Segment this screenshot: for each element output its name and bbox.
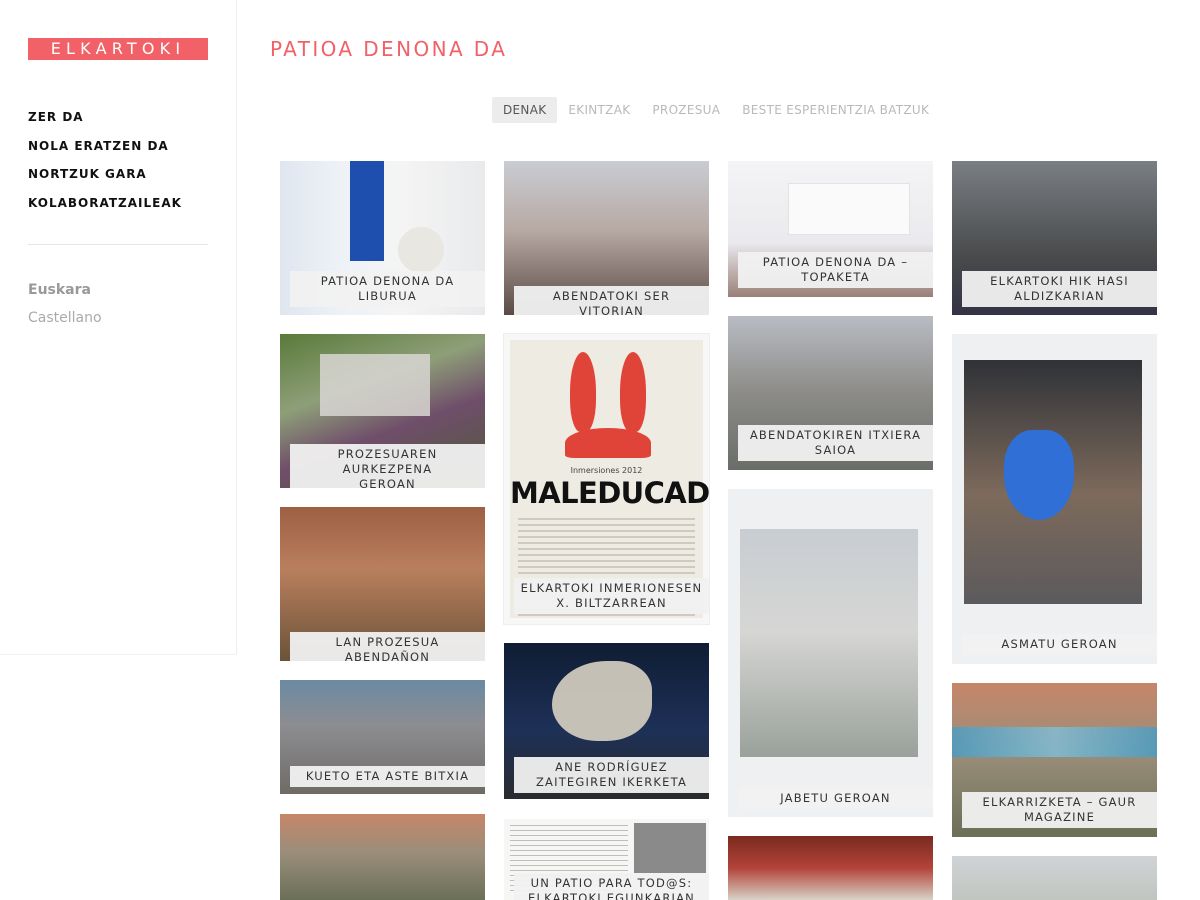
nav-item-kolaboratzaileak[interactable]: KOLABORATZAILEAK — [28, 194, 182, 223]
instant-photo — [964, 360, 1142, 604]
page-title: PATIOA DENONA DA — [270, 37, 508, 61]
grid-card[interactable] — [728, 836, 933, 900]
main-nav: ZER DA NOLA ERATZEN DA NORTZUK GARA KOLA… — [28, 108, 182, 222]
filter-prozesua[interactable]: PROZESUA — [641, 97, 731, 123]
grid-card[interactable]: ABENDATOKI SER VITORIAN — [504, 161, 709, 315]
instant-photo — [740, 529, 918, 757]
nav-item-zer-da[interactable]: ZER DA — [28, 108, 182, 137]
card-image — [280, 814, 485, 900]
grid-card[interactable] — [280, 814, 485, 900]
sidebar: ELKARTOKI ZER DA NOLA ERATZEN DA NORTZUK… — [0, 0, 237, 655]
newspaper-photo — [634, 823, 706, 873]
nav-item-nola-eratzen-da[interactable]: NOLA ERATZEN DA — [28, 137, 182, 166]
card-image — [952, 334, 1157, 664]
grid-card[interactable]: PROZESUAREN AURKEZPENA GEROAN — [280, 334, 485, 488]
card-caption: ELKARTOKI HIK HASI ALDIZKARIAN — [962, 271, 1157, 307]
grid-card[interactable]: UN PATIO PARA TOD@S: ELKARTOKI EGUNKARIA… — [504, 819, 709, 900]
card-caption: PATIOA DENONA DA LIBURUA — [290, 271, 485, 307]
card-caption: ABENDATOKI SER VITORIAN — [514, 286, 709, 315]
grid-card[interactable]: PATIOA DENONA DA LIBURUA — [280, 161, 485, 315]
grid-card[interactable]: PATIOA DENONA DA – TOPAKETA — [728, 161, 933, 297]
card-image — [952, 856, 1157, 900]
blue-hand — [1004, 430, 1074, 520]
grid-card[interactable]: JABETU GEROAN — [728, 489, 933, 817]
filter-bar: DENAK EKINTZAK PROZESUA BESTE ESPERIENTZ… — [492, 97, 940, 123]
event-poster: Inmersiones 2012 MALEDUCADOS — [510, 340, 709, 618]
poster-subtitle: Inmersiones 2012 — [570, 466, 643, 475]
card-image — [728, 836, 933, 900]
grid-card[interactable]: ELKARTOKI HIK HASI ALDIZKARIAN — [952, 161, 1157, 315]
grid-card[interactable]: ASMATU GEROAN — [952, 334, 1157, 664]
nav-item-nortzuk-gara[interactable]: NORTZUK GARA — [28, 165, 182, 194]
card-caption: ANE RODRÍGUEZ ZAITEGIREN IKERKETA — [514, 757, 709, 793]
language-castellano[interactable]: Castellano — [28, 310, 102, 326]
filter-denak[interactable]: DENAK — [492, 97, 558, 123]
card-caption: ELKARRIZKETA – GAUR MAGAZINE — [962, 792, 1157, 828]
photo-inset — [320, 354, 430, 416]
card-caption: ASMATU GEROAN — [962, 634, 1157, 655]
filter-beste-esperientzia-batzuk[interactable]: BESTE ESPERIENTZIA BATZUK — [731, 97, 940, 123]
sidebar-divider — [28, 244, 208, 245]
grid-card[interactable]: LAN PROZESUA ABENDAÑON — [280, 507, 485, 661]
poster-hat — [565, 428, 651, 458]
wall-sheets — [788, 183, 910, 235]
mural-strip — [952, 727, 1157, 757]
poster-title: MALEDUCADOS — [510, 476, 709, 510]
blue-object — [350, 161, 384, 261]
card-caption: KUETO ETA ASTE BITXIA — [290, 766, 485, 787]
filter-ekintzak[interactable]: EKINTZAK — [557, 97, 641, 123]
grid-card[interactable]: KUETO ETA ASTE BITXIA — [280, 680, 485, 794]
grid-card[interactable]: ANE RODRÍGUEZ ZAITEGIREN IKERKETA — [504, 643, 709, 799]
card-caption: ABENDATOKIREN ITXIERA SAIOA — [738, 425, 933, 461]
lamp-globe — [398, 227, 444, 273]
pegasus-figure — [552, 661, 652, 741]
site-logo[interactable]: ELKARTOKI — [28, 38, 208, 60]
card-caption: ELKARTOKI INMERIONESEN X. BILTZARREAN — [514, 578, 709, 614]
card-caption: PROZESUAREN AURKEZPENA GEROAN — [290, 444, 485, 488]
grid-card[interactable]: Inmersiones 2012 MALEDUCADOS ELKARTOKI I… — [504, 334, 709, 624]
grid-card[interactable] — [952, 856, 1157, 900]
language-euskara[interactable]: Euskara — [28, 282, 91, 298]
card-caption: JABETU GEROAN — [738, 788, 933, 809]
card-caption: PATIOA DENONA DA – TOPAKETA — [738, 252, 933, 288]
grid-card[interactable]: ELKARRIZKETA – GAUR MAGAZINE — [952, 683, 1157, 837]
card-caption: LAN PROZESUA ABENDAÑON — [290, 632, 485, 661]
card-image — [728, 489, 933, 817]
grid-card[interactable]: ABENDATOKIREN ITXIERA SAIOA — [728, 316, 933, 470]
card-caption: UN PATIO PARA TOD@S: ELKARTOKI EGUNKARIA… — [514, 873, 709, 900]
